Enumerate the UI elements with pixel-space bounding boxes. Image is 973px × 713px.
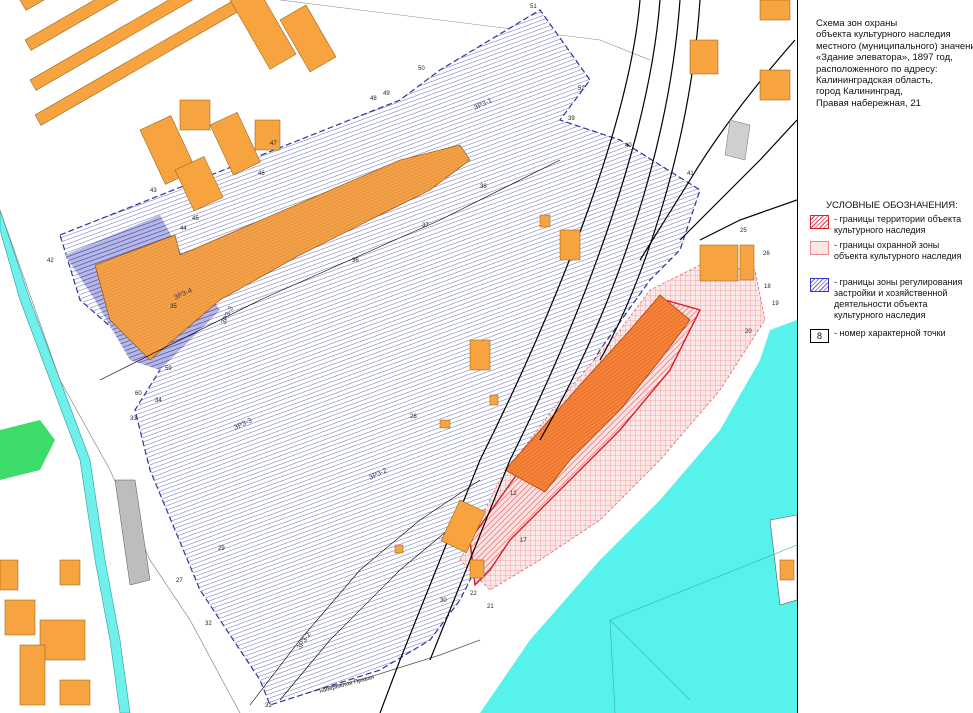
title-line: Калининградская область, bbox=[816, 75, 934, 87]
point-number: 46 bbox=[258, 171, 265, 177]
point-number: 43 bbox=[150, 188, 157, 194]
legend-text: - границы территории объекта культурного… bbox=[834, 214, 962, 235]
point-number: 48 bbox=[370, 96, 377, 102]
point-number: 17 bbox=[520, 538, 527, 544]
site-map[interactable]: ЗРЗ-4 ЗРЗ-3 ЗРЗ-2 ЗРЗ-1 ЗРЗ-3 ЗРЗ-2 набе… bbox=[0, 0, 797, 713]
point-number: 31 bbox=[265, 703, 272, 709]
legend-text: - границы зоны регулирования застройки и… bbox=[834, 277, 963, 320]
point-number: 30 bbox=[440, 598, 447, 604]
title-line: Правая набережная, 21 bbox=[816, 97, 921, 109]
legend-heading: УСЛОВНЫЕ ОБОЗНАЧЕНИЯ: bbox=[826, 200, 958, 211]
point-number: 34 bbox=[155, 398, 162, 404]
point-number: 59 bbox=[165, 366, 172, 372]
point-number-swatch-icon: 8 bbox=[810, 329, 829, 343]
point-number: 50 bbox=[418, 66, 425, 72]
legend-text: - номер характерной точки bbox=[834, 328, 946, 338]
title-line: объекта культурного наследия bbox=[816, 29, 951, 41]
legend-panel: Схема зон охраны объекта культурного нас… bbox=[798, 0, 973, 713]
point-number: 19 bbox=[772, 301, 779, 307]
title-line: расположенного по адресу: bbox=[816, 63, 938, 75]
point-number: 44 bbox=[180, 226, 187, 232]
blue-hatch-swatch-icon bbox=[810, 278, 829, 292]
point-number: 37 bbox=[422, 223, 429, 229]
point-number: 29 bbox=[218, 546, 225, 552]
point-number: 47 bbox=[270, 141, 277, 147]
title-line: «Здание элеватора», 1897 год, bbox=[816, 52, 953, 64]
point-number: 41 bbox=[687, 171, 694, 177]
point-number: 42 bbox=[47, 258, 54, 264]
point-number: 18 bbox=[764, 284, 771, 290]
title-line: местного (муниципального) значения bbox=[816, 40, 973, 52]
red-hatch-swatch-icon bbox=[810, 215, 829, 229]
point-number: 35 bbox=[170, 304, 177, 310]
point-number: 33 bbox=[130, 416, 137, 422]
point-number: 32 bbox=[205, 621, 212, 627]
point-number: 22 bbox=[470, 591, 477, 597]
pink-swatch-icon bbox=[810, 241, 829, 255]
point-number: 38 bbox=[480, 184, 487, 190]
point-number: 12 bbox=[510, 491, 517, 497]
point-number: 39 bbox=[568, 116, 575, 122]
point-number: 26 bbox=[763, 251, 770, 257]
point-number: 21 bbox=[487, 604, 494, 610]
point-number: 28 bbox=[410, 414, 417, 420]
map-title: Схема зон охраны объекта культурного нас… bbox=[816, 18, 973, 109]
point-number: 20 bbox=[745, 329, 752, 335]
point-number: 40 bbox=[625, 143, 632, 149]
title-line: Схема зон охраны bbox=[816, 18, 898, 29]
point-number: 60 bbox=[135, 391, 142, 397]
legend-text: - границы охранной зоны объекта культурн… bbox=[834, 240, 962, 261]
map-frame[interactable]: ЗРЗ-4 ЗРЗ-3 ЗРЗ-2 ЗРЗ-1 ЗРЗ-3 ЗРЗ-2 набе… bbox=[0, 0, 798, 713]
point-number: 52 bbox=[578, 86, 585, 92]
point-number: 45 bbox=[192, 216, 199, 222]
title-line: город Калининград, bbox=[816, 86, 903, 98]
point-number: 25 bbox=[740, 228, 747, 234]
point-number: 51 bbox=[530, 4, 537, 10]
point-number: 27 bbox=[176, 578, 183, 584]
point-number: 36 bbox=[352, 258, 359, 264]
point-number: 49 bbox=[383, 91, 390, 97]
